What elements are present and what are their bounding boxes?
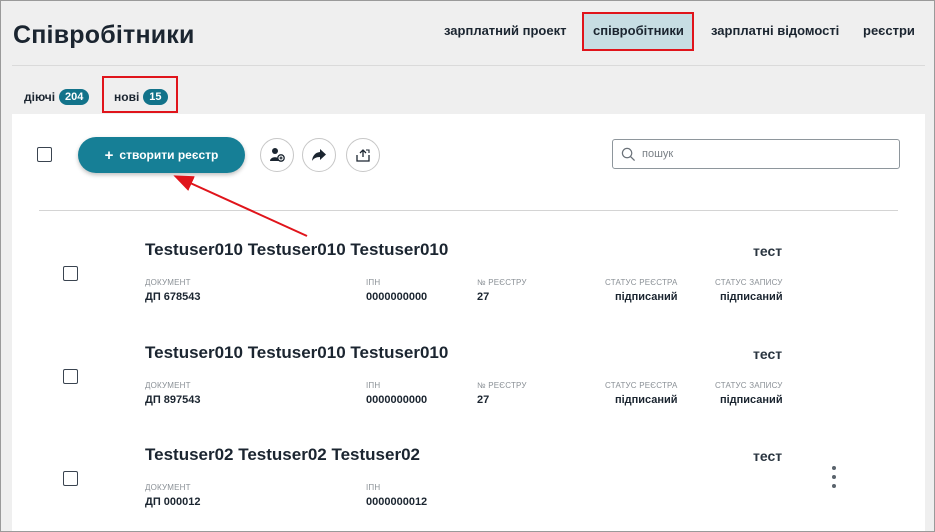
register-status-value: підписаний [614, 394, 678, 406]
nav-payrolls[interactable]: зарплатні відомості [711, 23, 839, 38]
document-field: ДОКУМЕНТ ДП 000012 [145, 483, 201, 508]
add-user-button[interactable] [260, 138, 294, 172]
document-label: ДОКУМЕНТ [145, 381, 191, 390]
upload-tray-icon [356, 149, 370, 162]
share-arrow-icon [312, 149, 326, 161]
register-number-label: № РЕЄСТРУ [477, 381, 527, 390]
inn-field: ІПН 0000000012 [366, 483, 427, 508]
document-value: ДП 897543 [145, 394, 201, 406]
inn-label: ІПН [366, 381, 381, 390]
employee-name: Testuser010 Testuser010 Testuser010 [145, 343, 449, 362]
register-number-label: № РЕЄСТРУ [477, 278, 527, 287]
employee-tag: тест [753, 243, 783, 259]
create-register-button[interactable]: + створити реєстр [78, 137, 245, 173]
row-checkbox[interactable] [63, 266, 78, 281]
search-input[interactable] [642, 148, 882, 160]
register-number-field: № РЕЄСТРУ 27 [477, 381, 527, 406]
inn-value: 0000000000 [366, 291, 428, 303]
inn-field: ІПН 0000000000 [366, 381, 427, 406]
nav-employees[interactable]: співробітники [593, 23, 684, 38]
more-options-icon[interactable] [830, 466, 838, 488]
export-button[interactable] [346, 138, 380, 172]
document-value: ДП 678543 [145, 291, 201, 303]
register-status-label: СТАТУС РЕЄСТРА [605, 381, 678, 390]
search-icon [621, 147, 636, 161]
employee-name: Testuser010 Testuser010 Testuser010 [145, 240, 449, 259]
tab-active[interactable]: діючі 204 [24, 89, 90, 105]
plus-icon: + [104, 146, 114, 164]
register-status-label: СТАТУС РЕЄСТРА [605, 278, 678, 287]
register-number-value: 27 [477, 394, 490, 406]
nav-registers[interactable]: реєстри [863, 23, 915, 38]
header-divider [12, 65, 925, 66]
entry-status-field: СТАТУС ЗАПИСУ підписаний [715, 381, 783, 406]
row-checkbox[interactable] [63, 471, 78, 486]
nav-salary-project[interactable]: зарплатний проект [444, 23, 566, 38]
employee-tag: тест [753, 448, 783, 464]
register-number-value: 27 [477, 291, 490, 303]
register-status-field: СТАТУС РЕЄСТРА підписаний [605, 381, 678, 406]
employee-name: Testuser02 Testuser02 Testuser02 [145, 445, 420, 464]
inn-value: 0000000012 [366, 496, 428, 508]
entry-status-value: підписаний [719, 394, 783, 406]
entry-status-field: СТАТУС ЗАПИСУ підписаний [715, 278, 783, 303]
inn-value: 0000000000 [366, 394, 428, 406]
register-number-field: № РЕЄСТРУ 27 [477, 278, 527, 303]
employee-row: Testuser010 Testuser010 Testuser010 тест… [1, 343, 934, 443]
register-status-value: підписаний [614, 291, 678, 303]
document-field: ДОКУМЕНТ ДП 897543 [145, 381, 201, 406]
app-frame: Співробітники зарплатний проект співробі… [0, 0, 935, 532]
employee-row: Testuser02 Testuser02 Testuser02 тест ДО… [1, 445, 934, 531]
tab-active-label: діючі [24, 90, 56, 104]
row-checkbox[interactable] [63, 369, 78, 384]
select-all-checkbox[interactable] [37, 147, 52, 162]
document-label: ДОКУМЕНТ [145, 278, 191, 287]
document-field: ДОКУМЕНТ ДП 678543 [145, 278, 201, 303]
inn-label: ІПН [366, 278, 381, 287]
register-status-field: СТАТУС РЕЄСТРА підписаний [605, 278, 678, 303]
tab-new-label: нові [114, 90, 140, 104]
search-box[interactable] [612, 139, 900, 169]
document-value: ДП 000012 [145, 496, 201, 508]
tab-new[interactable]: нові 15 [114, 89, 168, 105]
share-button[interactable] [302, 138, 336, 172]
document-label: ДОКУМЕНТ [145, 483, 191, 492]
employee-tag: тест [753, 346, 783, 362]
inn-field: ІПН 0000000000 [366, 278, 427, 303]
employee-row: Testuser010 Testuser010 Testuser010 тест… [1, 240, 934, 340]
inn-label: ІПН [366, 483, 381, 492]
list-divider [39, 210, 898, 211]
tab-active-count-badge: 204 [59, 89, 90, 105]
user-add-icon [270, 148, 285, 162]
entry-status-label: СТАТУС ЗАПИСУ [715, 381, 783, 390]
entry-status-label: СТАТУС ЗАПИСУ [715, 278, 783, 287]
entry-status-value: підписаний [719, 291, 783, 303]
tab-new-count-badge: 15 [143, 89, 168, 105]
page-title: Співробітники [13, 21, 195, 49]
create-register-label: створити реєстр [119, 148, 219, 162]
